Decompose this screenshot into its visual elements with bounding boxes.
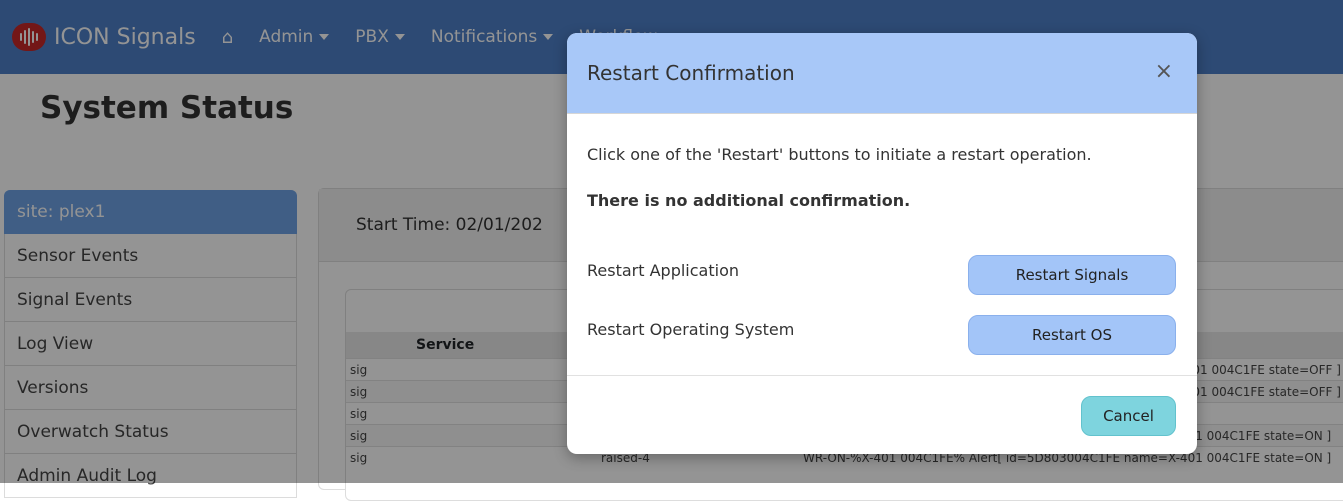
restart-signals-button[interactable]: Restart Signals: [968, 255, 1176, 295]
modal-intro-text: Click one of the 'Restart' buttons to in…: [587, 145, 1092, 164]
restart-os-label: Restart Operating System: [587, 320, 795, 339]
modal-warning-text: There is no additional confirmation.: [587, 191, 911, 210]
cancel-button[interactable]: Cancel: [1081, 396, 1176, 436]
modal-title: Restart Confirmation: [587, 61, 795, 85]
close-icon[interactable]: ×: [1155, 59, 1173, 84]
restart-application-label: Restart Application: [587, 261, 739, 280]
restart-confirmation-modal: Restart Confirmation × Click one of the …: [567, 33, 1197, 454]
modal-footer-divider: [567, 375, 1197, 376]
modal-header: Restart Confirmation ×: [567, 33, 1197, 114]
restart-os-button[interactable]: Restart OS: [968, 315, 1176, 355]
